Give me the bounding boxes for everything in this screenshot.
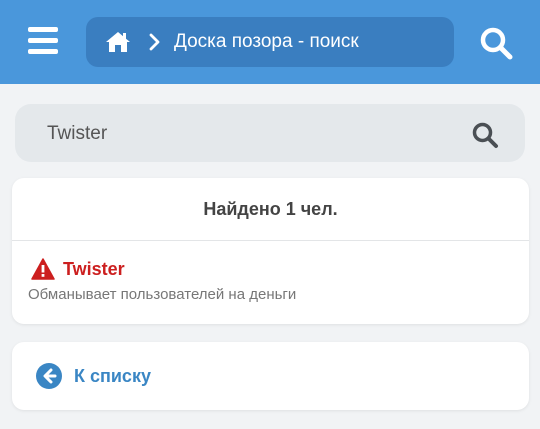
home-icon[interactable] xyxy=(104,30,132,54)
search-icon xyxy=(472,122,498,148)
warning-icon xyxy=(31,258,55,280)
list-item-description: Обманывает пользователей на деньги xyxy=(28,286,297,303)
arrow-left-circle-icon xyxy=(36,363,62,389)
search-submit-button[interactable] xyxy=(471,121,499,149)
header-search-button[interactable] xyxy=(478,25,514,61)
search-input[interactable] xyxy=(45,104,449,164)
list-item-name: Twister xyxy=(63,258,125,279)
menu-button[interactable] xyxy=(28,27,58,55)
breadcrumb[interactable]: Доска позора - поиск xyxy=(86,17,454,67)
results-card: Найдено 1 чел. Twister Обманывает пользо… xyxy=(12,178,529,324)
search-bar xyxy=(15,104,525,164)
list-item[interactable]: Twister Обманывает пользователей на день… xyxy=(28,258,297,303)
menu-icon xyxy=(28,27,58,32)
search-icon xyxy=(480,27,513,60)
back-to-list-button[interactable]: К списку xyxy=(12,342,529,410)
page-title: Доска позора - поиск xyxy=(174,31,359,52)
top-bar: Доска позора - поиск xyxy=(0,0,540,84)
results-count: Найдено 1 чел. xyxy=(12,178,529,241)
back-button-label: К списку xyxy=(74,365,151,386)
chevron-right-icon xyxy=(148,32,162,52)
